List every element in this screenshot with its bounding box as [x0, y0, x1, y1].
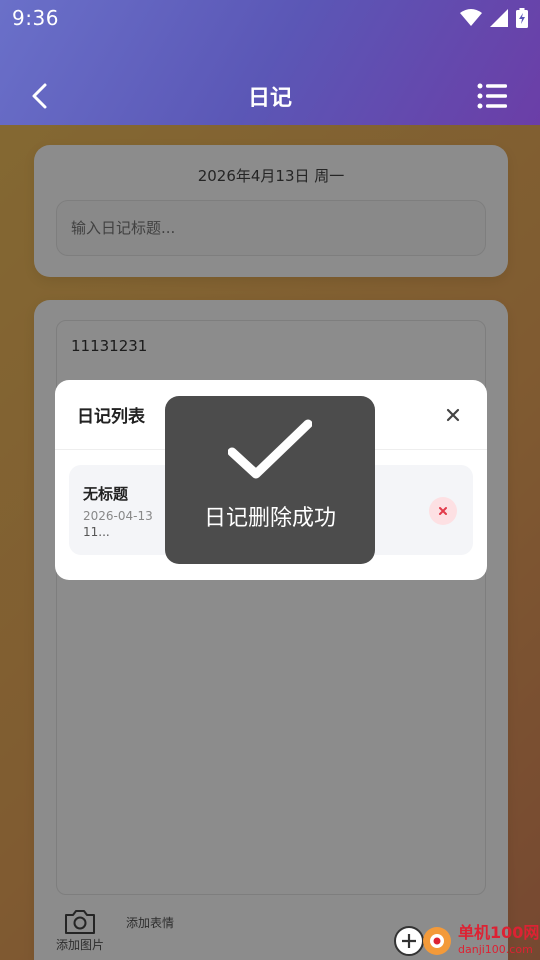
battery-icon	[516, 8, 528, 28]
wifi-icon	[460, 9, 482, 26]
watermark-line2: danji100.com	[458, 942, 533, 956]
watermark: 单机100网 danji100.com	[392, 914, 540, 960]
close-icon	[446, 408, 460, 421]
status-bar: 9:36	[0, 0, 540, 36]
back-button[interactable]	[22, 78, 58, 114]
list-icon	[477, 83, 507, 109]
delete-diary-button[interactable]	[429, 497, 457, 525]
watermark-text: 单机100网 danji100.com	[458, 919, 539, 956]
modal-close-button[interactable]	[441, 403, 465, 427]
watermark-logo-icon	[394, 926, 451, 956]
signal-icon	[490, 9, 508, 27]
title-row: 日记	[0, 70, 540, 122]
modal-title: 日记列表	[77, 407, 145, 427]
chevron-left-icon	[32, 83, 47, 109]
diary-list-button[interactable]	[474, 78, 510, 114]
toast-message: 日记删除成功	[203, 506, 336, 531]
diary-item-preview: 11...	[83, 525, 110, 539]
delete-x-icon	[439, 507, 447, 515]
diary-item-title: 无标题	[83, 485, 129, 503]
success-toast: 日记删除成功	[165, 396, 375, 564]
app-header: 9:36 日记	[0, 0, 540, 125]
status-time: 9:36	[12, 6, 59, 30]
watermark-line1: 单机100网	[458, 922, 540, 942]
diary-item-date: 2026-04-13	[83, 509, 153, 523]
check-icon	[228, 419, 312, 479]
status-icons	[460, 8, 528, 28]
page-title: 日记	[247, 86, 292, 111]
